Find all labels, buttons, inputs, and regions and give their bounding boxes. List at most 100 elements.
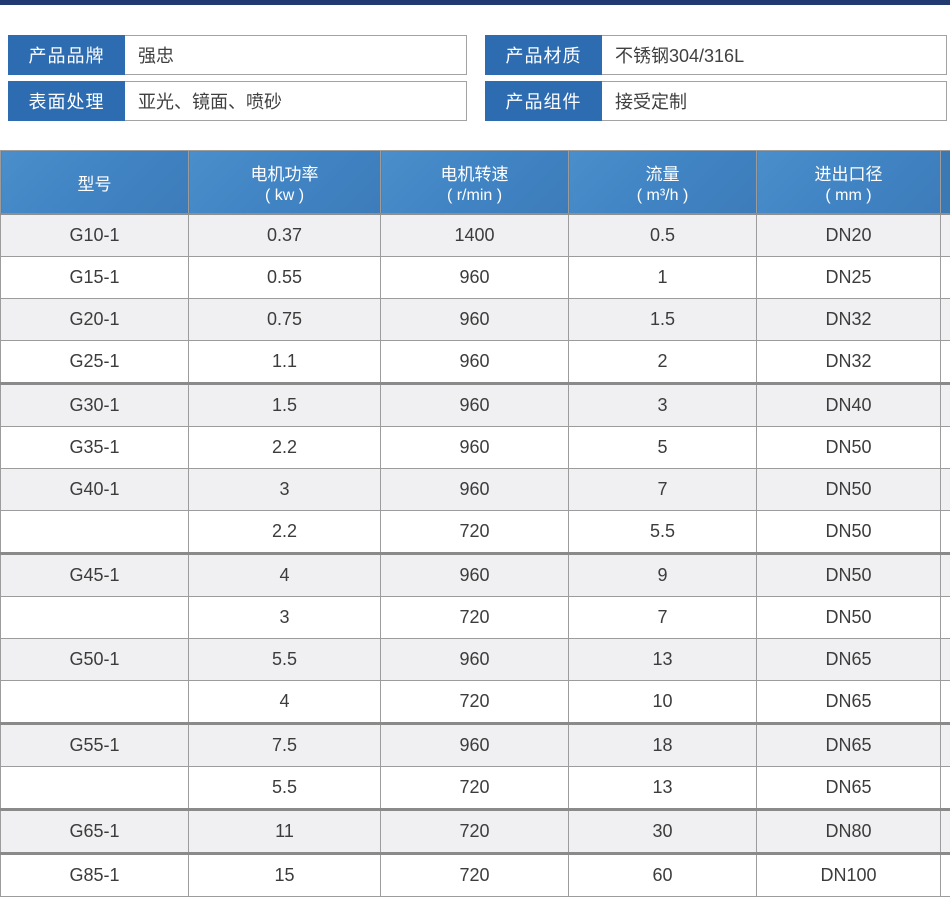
table-row: G20-10.759601.5DN32 bbox=[1, 299, 950, 341]
cell-diameter: DN65 bbox=[757, 639, 941, 681]
cell-flow: 13 bbox=[569, 639, 757, 681]
cell-power: 0.75 bbox=[189, 299, 381, 341]
cell-speed: 720 bbox=[381, 767, 569, 810]
table-row: G55-17.596018DN65 bbox=[1, 724, 950, 767]
header-power: 电机功率 ( kw ) bbox=[189, 151, 381, 215]
table-row: 2.27205.5DN50 bbox=[1, 511, 950, 554]
edge-sliver-cell bbox=[941, 214, 950, 257]
edge-sliver-cell bbox=[941, 299, 950, 341]
cell-model: G85-1 bbox=[1, 854, 189, 897]
spec-table-header: 型号 电机功率 ( kw ) 电机转速 ( r/min ) 流量 ( m³/h … bbox=[1, 151, 950, 215]
cell-model: G50-1 bbox=[1, 639, 189, 681]
spec-value-components: 接受定制 bbox=[602, 81, 947, 121]
edge-sliver-cell bbox=[941, 810, 950, 854]
cell-model: G35-1 bbox=[1, 427, 189, 469]
cell-diameter: DN65 bbox=[757, 681, 941, 724]
cell-model: G55-1 bbox=[1, 724, 189, 767]
cell-power: 3 bbox=[189, 597, 381, 639]
cell-power: 2.2 bbox=[189, 427, 381, 469]
table-row: G35-12.29605DN50 bbox=[1, 427, 950, 469]
table-row: G45-149609DN50 bbox=[1, 554, 950, 597]
edge-sliver-cell bbox=[941, 597, 950, 639]
header-flow-unit: ( m³/h ) bbox=[570, 187, 755, 205]
edge-sliver-cell bbox=[941, 469, 950, 511]
cell-speed: 960 bbox=[381, 299, 569, 341]
cell-model: G15-1 bbox=[1, 257, 189, 299]
cell-power: 7.5 bbox=[189, 724, 381, 767]
cell-model: G40-1 bbox=[1, 469, 189, 511]
header-flow: 流量 ( m³/h ) bbox=[569, 151, 757, 215]
spec-label-brand: 产品品牌 bbox=[8, 35, 125, 75]
edge-sliver-cell bbox=[941, 384, 950, 427]
cell-speed: 960 bbox=[381, 639, 569, 681]
cell-flow: 7 bbox=[569, 469, 757, 511]
cell-speed: 1400 bbox=[381, 214, 569, 257]
cell-speed: 720 bbox=[381, 854, 569, 897]
cell-power: 5.5 bbox=[189, 767, 381, 810]
edge-sliver-cell bbox=[941, 639, 950, 681]
header-speed: 电机转速 ( r/min ) bbox=[381, 151, 569, 215]
edge-sliver-cell bbox=[941, 257, 950, 299]
cell-diameter: DN50 bbox=[757, 427, 941, 469]
table-row: G30-11.59603DN40 bbox=[1, 384, 950, 427]
cell-flow: 0.5 bbox=[569, 214, 757, 257]
cell-speed: 720 bbox=[381, 810, 569, 854]
cell-model bbox=[1, 597, 189, 639]
edge-sliver-header bbox=[941, 151, 950, 215]
cell-model: G45-1 bbox=[1, 554, 189, 597]
table-row: G40-139607DN50 bbox=[1, 469, 950, 511]
cell-flow: 30 bbox=[569, 810, 757, 854]
cell-diameter: DN50 bbox=[757, 469, 941, 511]
cell-speed: 720 bbox=[381, 597, 569, 639]
cell-flow: 9 bbox=[569, 554, 757, 597]
spec-table-body: G10-10.3714000.5DN20G15-10.559601DN25G20… bbox=[1, 214, 950, 897]
cell-power: 15 bbox=[189, 854, 381, 897]
cell-speed: 960 bbox=[381, 341, 569, 384]
edge-sliver-cell bbox=[941, 427, 950, 469]
cell-model: G10-1 bbox=[1, 214, 189, 257]
cell-speed: 960 bbox=[381, 384, 569, 427]
cell-flow: 7 bbox=[569, 597, 757, 639]
header-diameter-unit: ( mm ) bbox=[758, 187, 939, 205]
table-row: G15-10.559601DN25 bbox=[1, 257, 950, 299]
cell-model bbox=[1, 681, 189, 724]
table-row: G65-11172030DN80 bbox=[1, 810, 950, 854]
cell-diameter: DN80 bbox=[757, 810, 941, 854]
table-row: 37207DN50 bbox=[1, 597, 950, 639]
header-flow-label: 流量 bbox=[646, 165, 680, 184]
cell-model: G20-1 bbox=[1, 299, 189, 341]
header-power-unit: ( kw ) bbox=[190, 187, 379, 205]
edge-sliver-cell bbox=[941, 681, 950, 724]
cell-flow: 10 bbox=[569, 681, 757, 724]
cell-power: 0.55 bbox=[189, 257, 381, 299]
cell-power: 4 bbox=[189, 554, 381, 597]
cell-power: 0.37 bbox=[189, 214, 381, 257]
product-spec-page: { "page": { "top_bar_color": "#213a6f", … bbox=[0, 0, 950, 844]
cell-flow: 1.5 bbox=[569, 299, 757, 341]
cell-model bbox=[1, 511, 189, 554]
cell-flow: 5 bbox=[569, 427, 757, 469]
table-row: G25-11.19602DN32 bbox=[1, 341, 950, 384]
cell-model: G25-1 bbox=[1, 341, 189, 384]
cell-diameter: DN65 bbox=[757, 724, 941, 767]
cell-speed: 960 bbox=[381, 724, 569, 767]
cell-speed: 720 bbox=[381, 681, 569, 724]
edge-sliver-cell bbox=[941, 341, 950, 384]
edge-sliver-cell bbox=[941, 854, 950, 897]
header-speed-label: 电机转速 bbox=[441, 165, 509, 184]
header-model: 型号 bbox=[1, 151, 189, 215]
cell-power: 1.5 bbox=[189, 384, 381, 427]
cell-flow: 2 bbox=[569, 341, 757, 384]
cell-flow: 60 bbox=[569, 854, 757, 897]
header-speed-unit: ( r/min ) bbox=[382, 187, 567, 205]
table-row: G50-15.596013DN65 bbox=[1, 639, 950, 681]
cell-power: 11 bbox=[189, 810, 381, 854]
spec-item-surface: 表面处理 亚光、镜面、喷砂 bbox=[8, 81, 467, 121]
cell-model: G65-1 bbox=[1, 810, 189, 854]
edge-sliver-cell bbox=[941, 554, 950, 597]
cell-speed: 960 bbox=[381, 469, 569, 511]
spec-item-components: 产品组件 接受定制 bbox=[485, 81, 947, 121]
cell-power: 3 bbox=[189, 469, 381, 511]
top-navy-bar bbox=[0, 0, 950, 5]
header-model-label: 型号 bbox=[78, 175, 112, 194]
